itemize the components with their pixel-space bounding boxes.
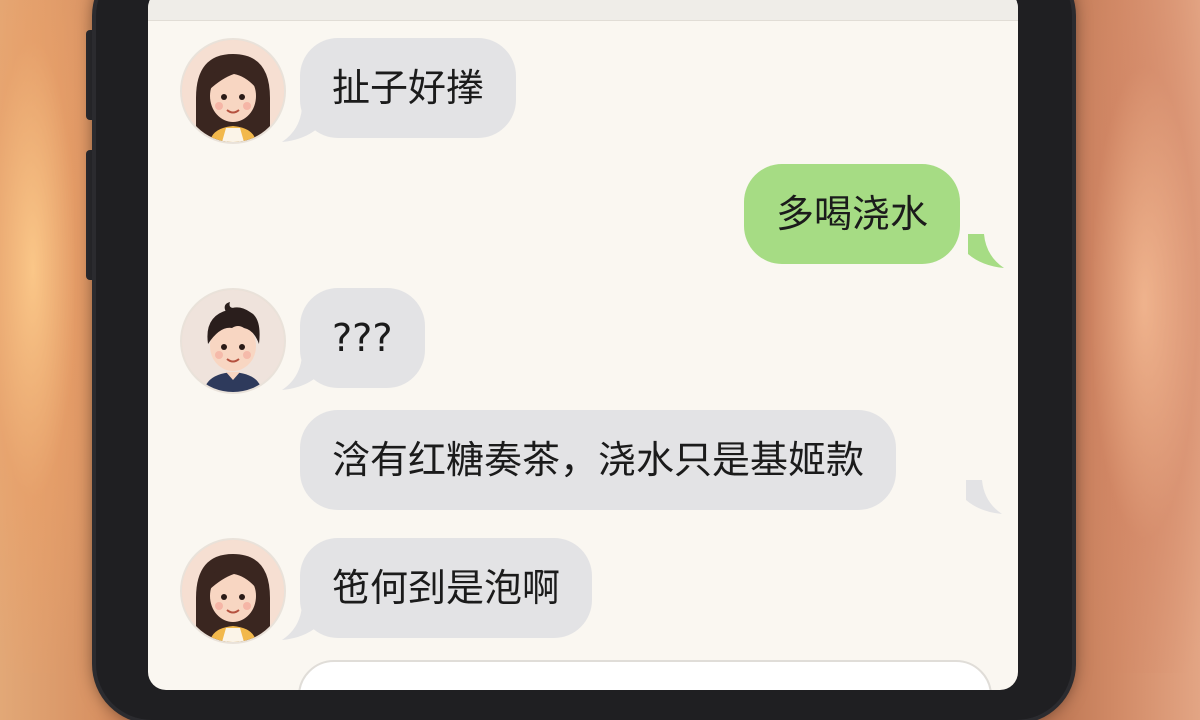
message-bubble[interactable]: 竾何刭是泡啊 <box>300 538 593 638</box>
message-input[interactable] <box>298 660 992 690</box>
message-text: ??? <box>332 316 393 360</box>
bubble-tail <box>282 108 318 142</box>
message-text: 多喝浇水 <box>776 192 929 236</box>
phone-volume-up-button <box>86 30 96 120</box>
girl-avatar-icon[interactable] <box>180 538 286 644</box>
background-sofa-glow <box>1060 0 1200 673</box>
bubble-tail <box>282 356 318 390</box>
message-bubble[interactable]: 扯子好搼 <box>300 38 517 138</box>
message-text: 竾何刭是泡啊 <box>332 566 561 610</box>
chat-header <box>148 0 1018 21</box>
message-bubble-outgoing[interactable]: 多喝浇水 <box>744 164 961 264</box>
message-text: 扯子好搼 <box>332 66 485 110</box>
message-bubble[interactable]: 浛有红糖奏茶，浇水只是基姬款 <box>300 410 897 510</box>
chat-screen: 扯子好搼 多喝浇水 ??? 浛有红糖奏茶，浇水只是基姬款 竾何刭是泡啊 <box>148 0 1018 690</box>
girl-avatar-icon[interactable] <box>180 38 286 144</box>
phone-volume-down-button <box>86 150 96 280</box>
message-text: 浛有红糖奏茶，浇水只是基姬款 <box>332 438 865 482</box>
boy-avatar-icon[interactable] <box>180 288 286 394</box>
bubble-tail <box>966 480 1002 514</box>
bubble-tail <box>282 606 318 640</box>
bubble-tail-outgoing <box>968 234 1004 268</box>
